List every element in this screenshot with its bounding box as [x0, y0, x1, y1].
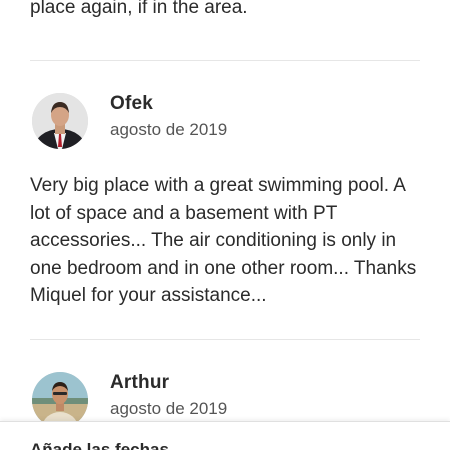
review-divider — [30, 339, 420, 340]
review-divider — [30, 60, 420, 61]
review-text: Very big place with a great swimming poo… — [30, 175, 417, 306]
reviewer-photo-arthur — [32, 372, 88, 428]
avatar[interactable] — [32, 93, 88, 149]
previous-review-text: place again, if in the area. — [30, 0, 248, 18]
review-date: agosto de 2019 — [110, 120, 228, 139]
avatar[interactable] — [32, 372, 88, 428]
add-dates-label[interactable]: Añade las fechas — [30, 440, 169, 450]
reviewer-photo-ofek — [32, 93, 88, 149]
reviewer-name: Arthur — [110, 372, 170, 393]
reviewer-name: Ofek — [110, 93, 154, 114]
booking-bottom-bar: Añade las fechas — [0, 421, 450, 450]
review-header: Ofek agosto de 2019 — [30, 92, 420, 152]
reviews-page: place again, if in the area. Ofek agosto… — [0, 0, 450, 450]
review-date: agosto de 2019 — [110, 399, 228, 418]
